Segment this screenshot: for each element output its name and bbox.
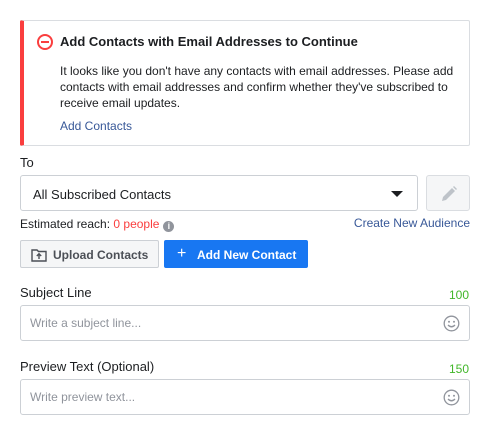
folder-upload-icon: [31, 249, 47, 262]
subject-char-counter: 100: [448, 288, 469, 302]
estimated-reach: Estimated reach: 0 people i: [20, 217, 175, 232]
preview-text-label: Preview Text (Optional): [20, 359, 155, 374]
audience-select-value: All Subscribed Contacts: [33, 187, 172, 202]
pencil-icon: [442, 186, 457, 201]
plus-icon: +: [177, 245, 187, 262]
emoji-icon[interactable]: [443, 315, 460, 332]
info-icon[interactable]: i: [163, 221, 175, 232]
audience-select[interactable]: All Subscribed Contacts: [20, 175, 418, 211]
alert-message: It looks like you don't have any contact…: [60, 64, 454, 110]
minus-circle-icon: [37, 34, 53, 50]
add-new-contact-button[interactable]: + Add New Contact: [164, 240, 308, 268]
error-alert: Add Contacts with Email Addresses to Con…: [20, 20, 470, 146]
subject-line-label: Subject Line: [20, 285, 92, 300]
estimated-reach-label: Estimated reach:: [20, 217, 111, 231]
edit-audience-button[interactable]: [426, 175, 470, 211]
upload-contacts-button[interactable]: Upload Contacts: [20, 240, 159, 268]
alert-title: Add Contacts with Email Addresses to Con…: [60, 34, 358, 49]
estimated-reach-value: 0 people: [113, 217, 160, 231]
emoji-icon[interactable]: [443, 389, 460, 406]
preview-text-field[interactable]: [20, 379, 470, 415]
preview-text-input[interactable]: [21, 380, 431, 414]
upload-contacts-label: Upload Contacts: [53, 248, 149, 262]
subject-line-field[interactable]: [20, 305, 470, 341]
to-label: To: [20, 155, 34, 170]
create-new-audience-link[interactable]: Create New Audience: [354, 216, 470, 230]
caret-down-icon: [391, 191, 403, 197]
add-contacts-link[interactable]: Add Contacts: [60, 119, 132, 133]
subject-line-input[interactable]: [21, 306, 431, 340]
preview-char-counter: 150: [448, 362, 469, 376]
add-new-contact-label: Add New Contact: [197, 248, 297, 262]
